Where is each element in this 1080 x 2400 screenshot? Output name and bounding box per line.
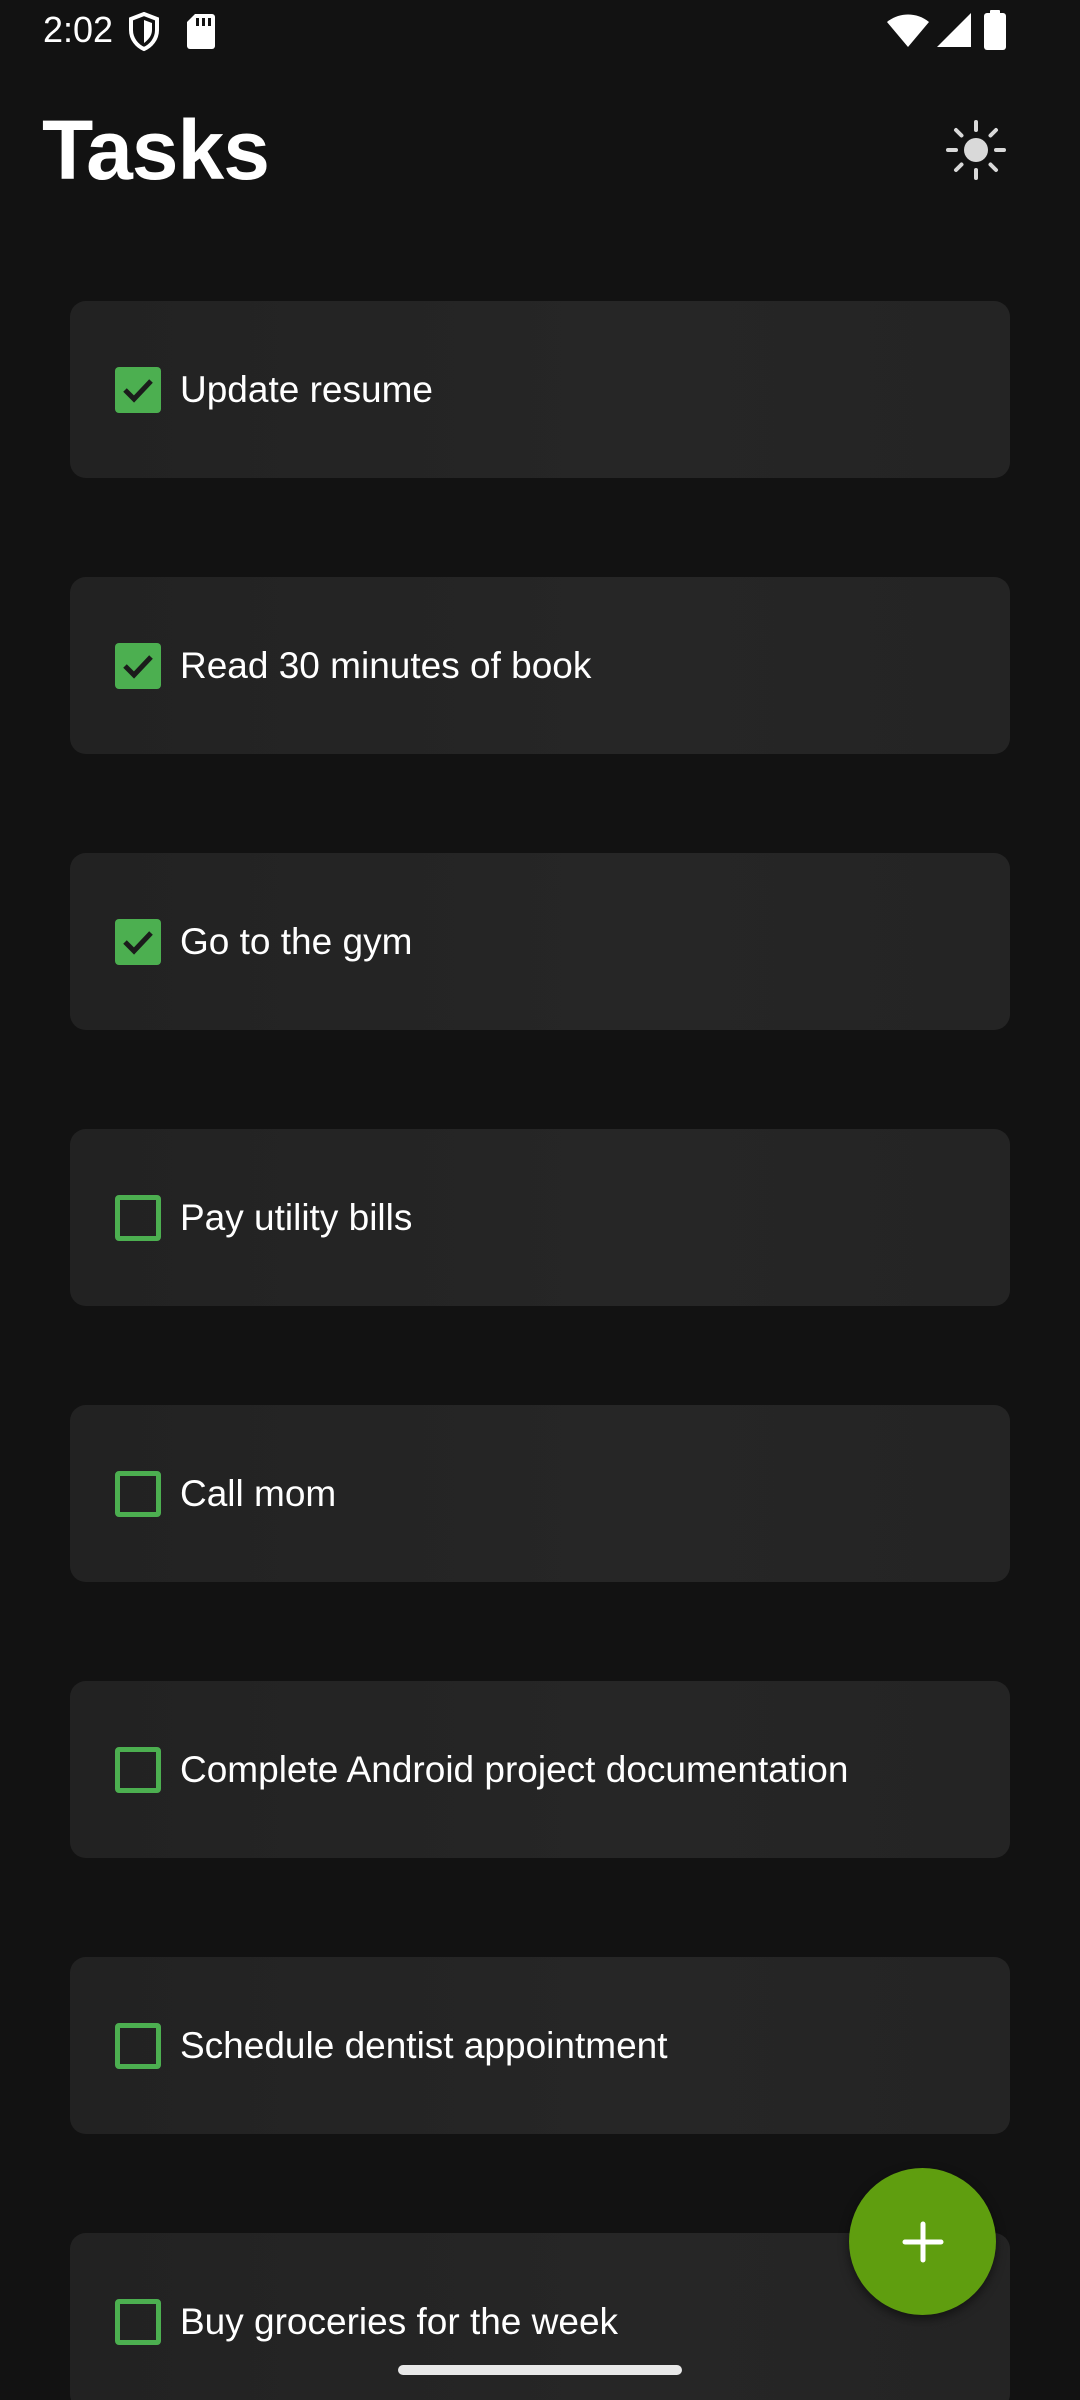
checkmark-icon — [123, 655, 153, 679]
task-item[interactable]: Pay utility bills — [70, 1129, 1010, 1306]
task-checkbox[interactable] — [115, 1195, 161, 1241]
task-checkbox[interactable] — [115, 1747, 161, 1793]
wifi-icon — [887, 14, 929, 53]
gesture-nav-handle[interactable] — [398, 2365, 682, 2375]
task-item[interactable]: Go to the gym — [70, 853, 1010, 1030]
battery-icon — [984, 10, 1006, 55]
shield-icon — [128, 11, 160, 57]
task-label: Call mom — [180, 1473, 337, 1514]
task-label: Go to the gym — [180, 921, 413, 962]
status-time: 2:02 — [43, 9, 114, 50]
task-label: Schedule dentist appointment — [180, 2025, 668, 2066]
task-label: Pay utility bills — [180, 1197, 413, 1238]
task-checkbox[interactable] — [115, 2299, 161, 2345]
task-label: Update resume — [180, 369, 433, 410]
task-checkbox[interactable] — [115, 2023, 161, 2069]
task-item[interactable]: Update resume — [70, 301, 1010, 478]
checkmark-icon — [123, 379, 153, 403]
task-list: Update resume Read 30 minutes of book Go… — [70, 301, 1010, 2400]
task-checkbox[interactable] — [115, 367, 161, 413]
theme-toggle-button[interactable] — [944, 118, 1008, 182]
task-label: Complete Android project documentation — [180, 1749, 849, 1790]
cellular-signal-icon — [936, 12, 972, 53]
task-item[interactable]: Complete Android project documentation — [70, 1681, 1010, 1858]
task-checkbox[interactable] — [115, 919, 161, 965]
task-checkbox[interactable] — [115, 1471, 161, 1517]
add-task-button[interactable] — [849, 2168, 996, 2315]
checkmark-icon — [123, 931, 153, 955]
task-item[interactable]: Schedule dentist appointment — [70, 1957, 1010, 2134]
tasks-screen: 2:02 Tasks Update resume Read 30 minutes… — [0, 0, 1080, 2400]
task-checkbox[interactable] — [115, 643, 161, 689]
page-title: Tasks — [42, 103, 270, 197]
task-label: Read 30 minutes of book — [180, 645, 592, 686]
task-item[interactable]: Call mom — [70, 1405, 1010, 1582]
plus-icon — [902, 2221, 943, 2262]
status-bar: 2:02 — [0, 0, 1080, 64]
task-item[interactable]: Read 30 minutes of book — [70, 577, 1010, 754]
sd-card-icon — [186, 12, 216, 55]
sun-icon — [944, 120, 1008, 186]
